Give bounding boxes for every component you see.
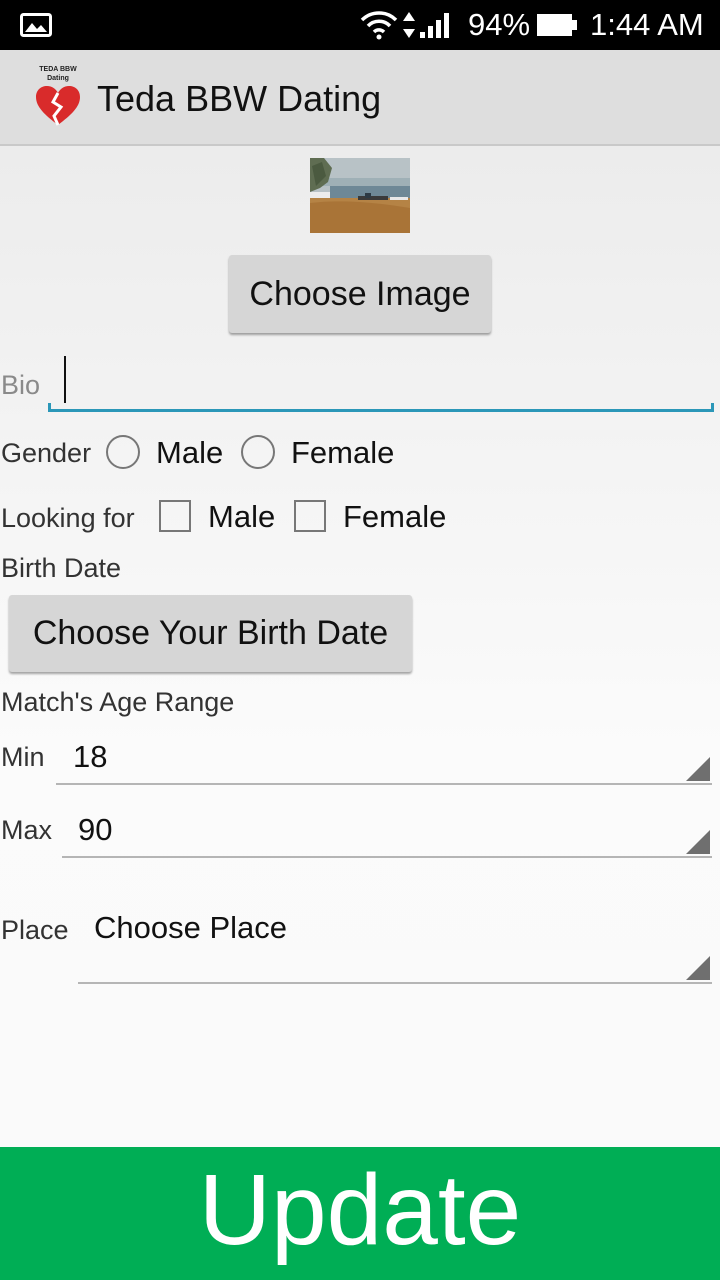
- looking-for-female-checkbox[interactable]: [294, 500, 326, 532]
- birth-date-label: Birth Date: [1, 553, 122, 583]
- looking-for-label: Looking for: [1, 503, 135, 533]
- dropdown-arrow-icon: [686, 757, 710, 781]
- max-age-value: 90: [78, 812, 113, 847]
- status-bar: 94% 1:44 AM: [0, 0, 720, 50]
- gender-male-radio[interactable]: [106, 435, 140, 469]
- min-age-label: Min: [1, 742, 45, 772]
- bio-input[interactable]: [48, 352, 714, 412]
- broken-heart-icon: [36, 86, 80, 126]
- age-range-label: Match's Age Range: [1, 687, 235, 717]
- looking-for-male-checkbox[interactable]: [159, 500, 191, 532]
- looking-for-male-label[interactable]: Male: [208, 499, 275, 535]
- place-label: Place: [1, 915, 69, 945]
- update-button[interactable]: Update: [0, 1147, 720, 1280]
- logo-text-line1: TEDA BBW: [39, 66, 77, 73]
- gender-male-label[interactable]: Male: [156, 435, 223, 471]
- text-cursor: [64, 356, 66, 403]
- profile-photo[interactable]: [310, 158, 410, 233]
- battery-percent: 94%: [468, 7, 531, 42]
- app-bar: TEDA BBW Dating Teda BBW Dating: [0, 50, 720, 146]
- logo-text-line2: Dating: [47, 75, 69, 82]
- dropdown-arrow-icon: [686, 830, 710, 854]
- max-age-label: Max: [1, 815, 53, 845]
- app-logo: TEDA BBW Dating: [30, 66, 86, 130]
- gender-female-label[interactable]: Female: [291, 435, 394, 471]
- bio-hint: Bio: [1, 370, 41, 400]
- clock: 1:44 AM: [590, 7, 704, 42]
- gender-female-radio[interactable]: [241, 435, 275, 469]
- gender-label: Gender: [1, 438, 92, 468]
- min-age-value: 18: [73, 739, 108, 774]
- dropdown-arrow-icon: [686, 956, 710, 980]
- choose-birth-date-button[interactable]: Choose Your Birth Date: [9, 595, 412, 672]
- app-title: Teda BBW Dating: [97, 78, 382, 119]
- data-transfer-icon: [402, 0, 416, 50]
- max-age-spinner[interactable]: 90: [62, 805, 712, 858]
- signal-icon: [418, 0, 454, 50]
- looking-for-female-label[interactable]: Female: [343, 499, 446, 535]
- wifi-icon: [360, 0, 398, 50]
- battery-icon: [536, 0, 578, 50]
- place-spinner[interactable]: Choose Place: [78, 904, 712, 984]
- choose-image-button[interactable]: Choose Image: [229, 255, 491, 333]
- gallery-icon: [20, 0, 52, 50]
- place-value: Choose Place: [94, 910, 288, 945]
- min-age-spinner[interactable]: 18: [56, 732, 712, 785]
